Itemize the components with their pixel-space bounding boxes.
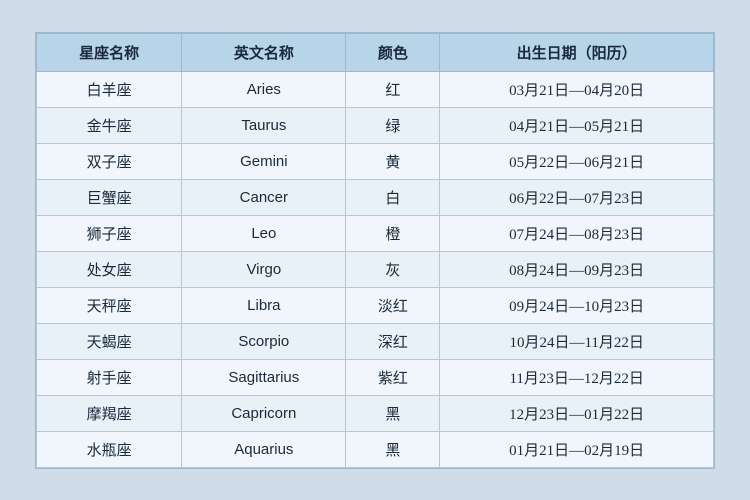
cell-chinese: 摩羯座 <box>37 395 182 431</box>
table-row: 狮子座Leo橙07月24日—08月23日 <box>37 215 714 251</box>
cell-chinese: 狮子座 <box>37 215 182 251</box>
cell-color: 橙 <box>346 215 440 251</box>
table-row: 摩羯座Capricorn黑12月23日—01月22日 <box>37 395 714 431</box>
table-header-row: 星座名称 英文名称 颜色 出生日期（阳历） <box>37 33 714 71</box>
cell-color: 红 <box>346 71 440 107</box>
cell-color: 灰 <box>346 251 440 287</box>
cell-chinese: 巨蟹座 <box>37 179 182 215</box>
cell-english: Libra <box>182 287 346 323</box>
cell-chinese: 射手座 <box>37 359 182 395</box>
cell-dates: 06月22日—07月23日 <box>440 179 714 215</box>
table-row: 巨蟹座Cancer白06月22日—07月23日 <box>37 179 714 215</box>
cell-chinese: 金牛座 <box>37 107 182 143</box>
cell-color: 绿 <box>346 107 440 143</box>
table-row: 白羊座Aries红03月21日—04月20日 <box>37 71 714 107</box>
table-row: 天蝎座Scorpio深红10月24日—11月22日 <box>37 323 714 359</box>
cell-chinese: 水瓶座 <box>37 431 182 467</box>
cell-chinese: 天蝎座 <box>37 323 182 359</box>
zodiac-table-container: 星座名称 英文名称 颜色 出生日期（阳历） 白羊座Aries红03月21日—04… <box>35 32 715 469</box>
cell-chinese: 处女座 <box>37 251 182 287</box>
cell-english: Capricorn <box>182 395 346 431</box>
table-row: 射手座Sagittarius紫红11月23日—12月22日 <box>37 359 714 395</box>
cell-dates: 12月23日—01月22日 <box>440 395 714 431</box>
cell-dates: 01月21日—02月19日 <box>440 431 714 467</box>
cell-color: 黑 <box>346 395 440 431</box>
col-header-dates: 出生日期（阳历） <box>440 33 714 71</box>
cell-english: Leo <box>182 215 346 251</box>
cell-english: Virgo <box>182 251 346 287</box>
cell-dates: 08月24日—09月23日 <box>440 251 714 287</box>
cell-english: Cancer <box>182 179 346 215</box>
cell-english: Gemini <box>182 143 346 179</box>
table-row: 处女座Virgo灰08月24日—09月23日 <box>37 251 714 287</box>
cell-chinese: 双子座 <box>37 143 182 179</box>
cell-dates: 03月21日—04月20日 <box>440 71 714 107</box>
table-row: 金牛座Taurus绿04月21日—05月21日 <box>37 107 714 143</box>
cell-color: 黑 <box>346 431 440 467</box>
zodiac-table: 星座名称 英文名称 颜色 出生日期（阳历） 白羊座Aries红03月21日—04… <box>36 33 714 468</box>
cell-color: 淡红 <box>346 287 440 323</box>
cell-dates: 11月23日—12月22日 <box>440 359 714 395</box>
col-header-chinese: 星座名称 <box>37 33 182 71</box>
cell-chinese: 白羊座 <box>37 71 182 107</box>
table-row: 天秤座Libra淡红09月24日—10月23日 <box>37 287 714 323</box>
cell-dates: 04月21日—05月21日 <box>440 107 714 143</box>
col-header-english: 英文名称 <box>182 33 346 71</box>
cell-english: Scorpio <box>182 323 346 359</box>
cell-dates: 05月22日—06月21日 <box>440 143 714 179</box>
cell-english: Sagittarius <box>182 359 346 395</box>
table-row: 水瓶座Aquarius黑01月21日—02月19日 <box>37 431 714 467</box>
cell-color: 深红 <box>346 323 440 359</box>
cell-color: 紫红 <box>346 359 440 395</box>
cell-dates: 10月24日—11月22日 <box>440 323 714 359</box>
cell-english: Aquarius <box>182 431 346 467</box>
table-row: 双子座Gemini黄05月22日—06月21日 <box>37 143 714 179</box>
cell-dates: 07月24日—08月23日 <box>440 215 714 251</box>
col-header-color: 颜色 <box>346 33 440 71</box>
cell-color: 黄 <box>346 143 440 179</box>
cell-color: 白 <box>346 179 440 215</box>
table-body: 白羊座Aries红03月21日—04月20日金牛座Taurus绿04月21日—0… <box>37 71 714 467</box>
cell-chinese: 天秤座 <box>37 287 182 323</box>
cell-english: Taurus <box>182 107 346 143</box>
cell-dates: 09月24日—10月23日 <box>440 287 714 323</box>
cell-english: Aries <box>182 71 346 107</box>
